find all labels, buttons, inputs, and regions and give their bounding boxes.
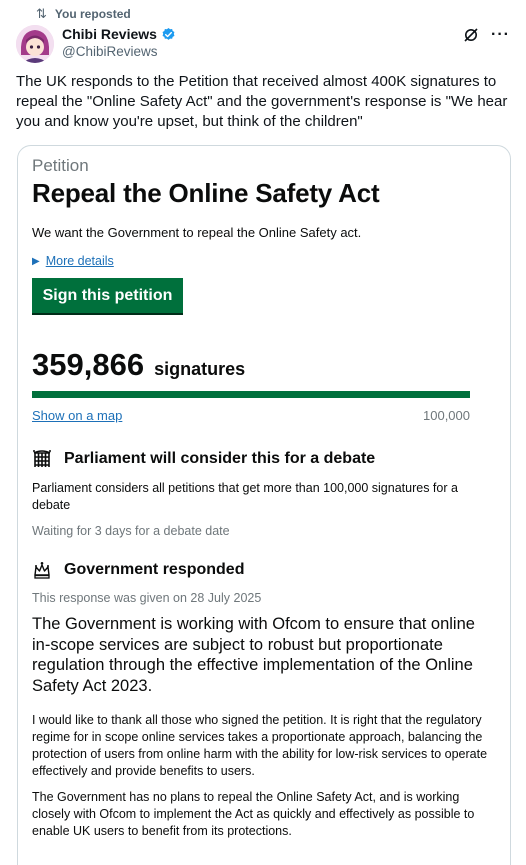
petition-image-card[interactable]: Petition Repeal the Online Safety Act We… (17, 145, 511, 865)
signature-summary: 359,866 signatures (32, 347, 492, 383)
response-date: This response was given on 28 July 2025 (32, 591, 262, 605)
avatar[interactable] (16, 25, 54, 63)
map-row: Show on a map 100,000 (32, 408, 470, 423)
verified-badge-icon (161, 27, 176, 42)
response-summary: The Government is working with Ofcom to … (32, 615, 475, 695)
government-heading-row: Government responded (32, 560, 492, 580)
response-paragraph-2: The Government has no plans to repeal th… (32, 790, 475, 838)
repost-text: You reposted (54, 7, 131, 21)
signature-label: signatures (154, 359, 246, 379)
response-paragraph-1: I would like to thank all those who sign… (32, 713, 488, 778)
signature-progress-bar (32, 391, 470, 398)
sign-petition-button: Sign this petition (32, 278, 183, 313)
parliament-heading-row: Parliament will consider this for a deba… (32, 449, 492, 469)
author-block[interactable]: Chibi Reviews @ChibiReviews (62, 26, 176, 59)
debate-waiting-text: Waiting for 3 days for a debate date (32, 524, 230, 538)
signature-progress-fill (32, 391, 470, 398)
show-on-map-link: Show on a map (32, 408, 123, 423)
petition-kicker: Petition (32, 156, 89, 175)
disclosure-triangle-icon: ▶ (32, 255, 40, 267)
tweet-text: The UK responds to the Petition that rec… (16, 73, 508, 130)
signature-count: 359,866 (32, 347, 145, 382)
author-handle[interactable]: @ChibiReviews (62, 44, 176, 59)
petition-description: We want the Government to repeal the Onl… (32, 225, 362, 240)
threshold-value: 100,000 (423, 408, 470, 423)
parliament-heading: Parliament will consider this for a deba… (64, 450, 376, 467)
tweet-actions: ··· (463, 26, 510, 44)
parliament-text: Parliament considers all petitions that … (32, 481, 458, 512)
portcullis-icon (32, 449, 52, 469)
author-name[interactable]: Chibi Reviews (62, 26, 157, 42)
repost-indicator: ⇅ You reposted (36, 6, 131, 22)
grok-icon[interactable] (463, 27, 479, 43)
more-details-link: ▶ More details (32, 254, 492, 268)
repost-icon: ⇅ (36, 6, 47, 21)
more-options-icon[interactable]: ··· (491, 26, 510, 44)
petition-title: Repeal the Online Safety Act (32, 178, 380, 208)
crown-icon (32, 560, 52, 580)
more-details-label: More details (45, 254, 114, 268)
government-heading: Government responded (64, 561, 245, 578)
